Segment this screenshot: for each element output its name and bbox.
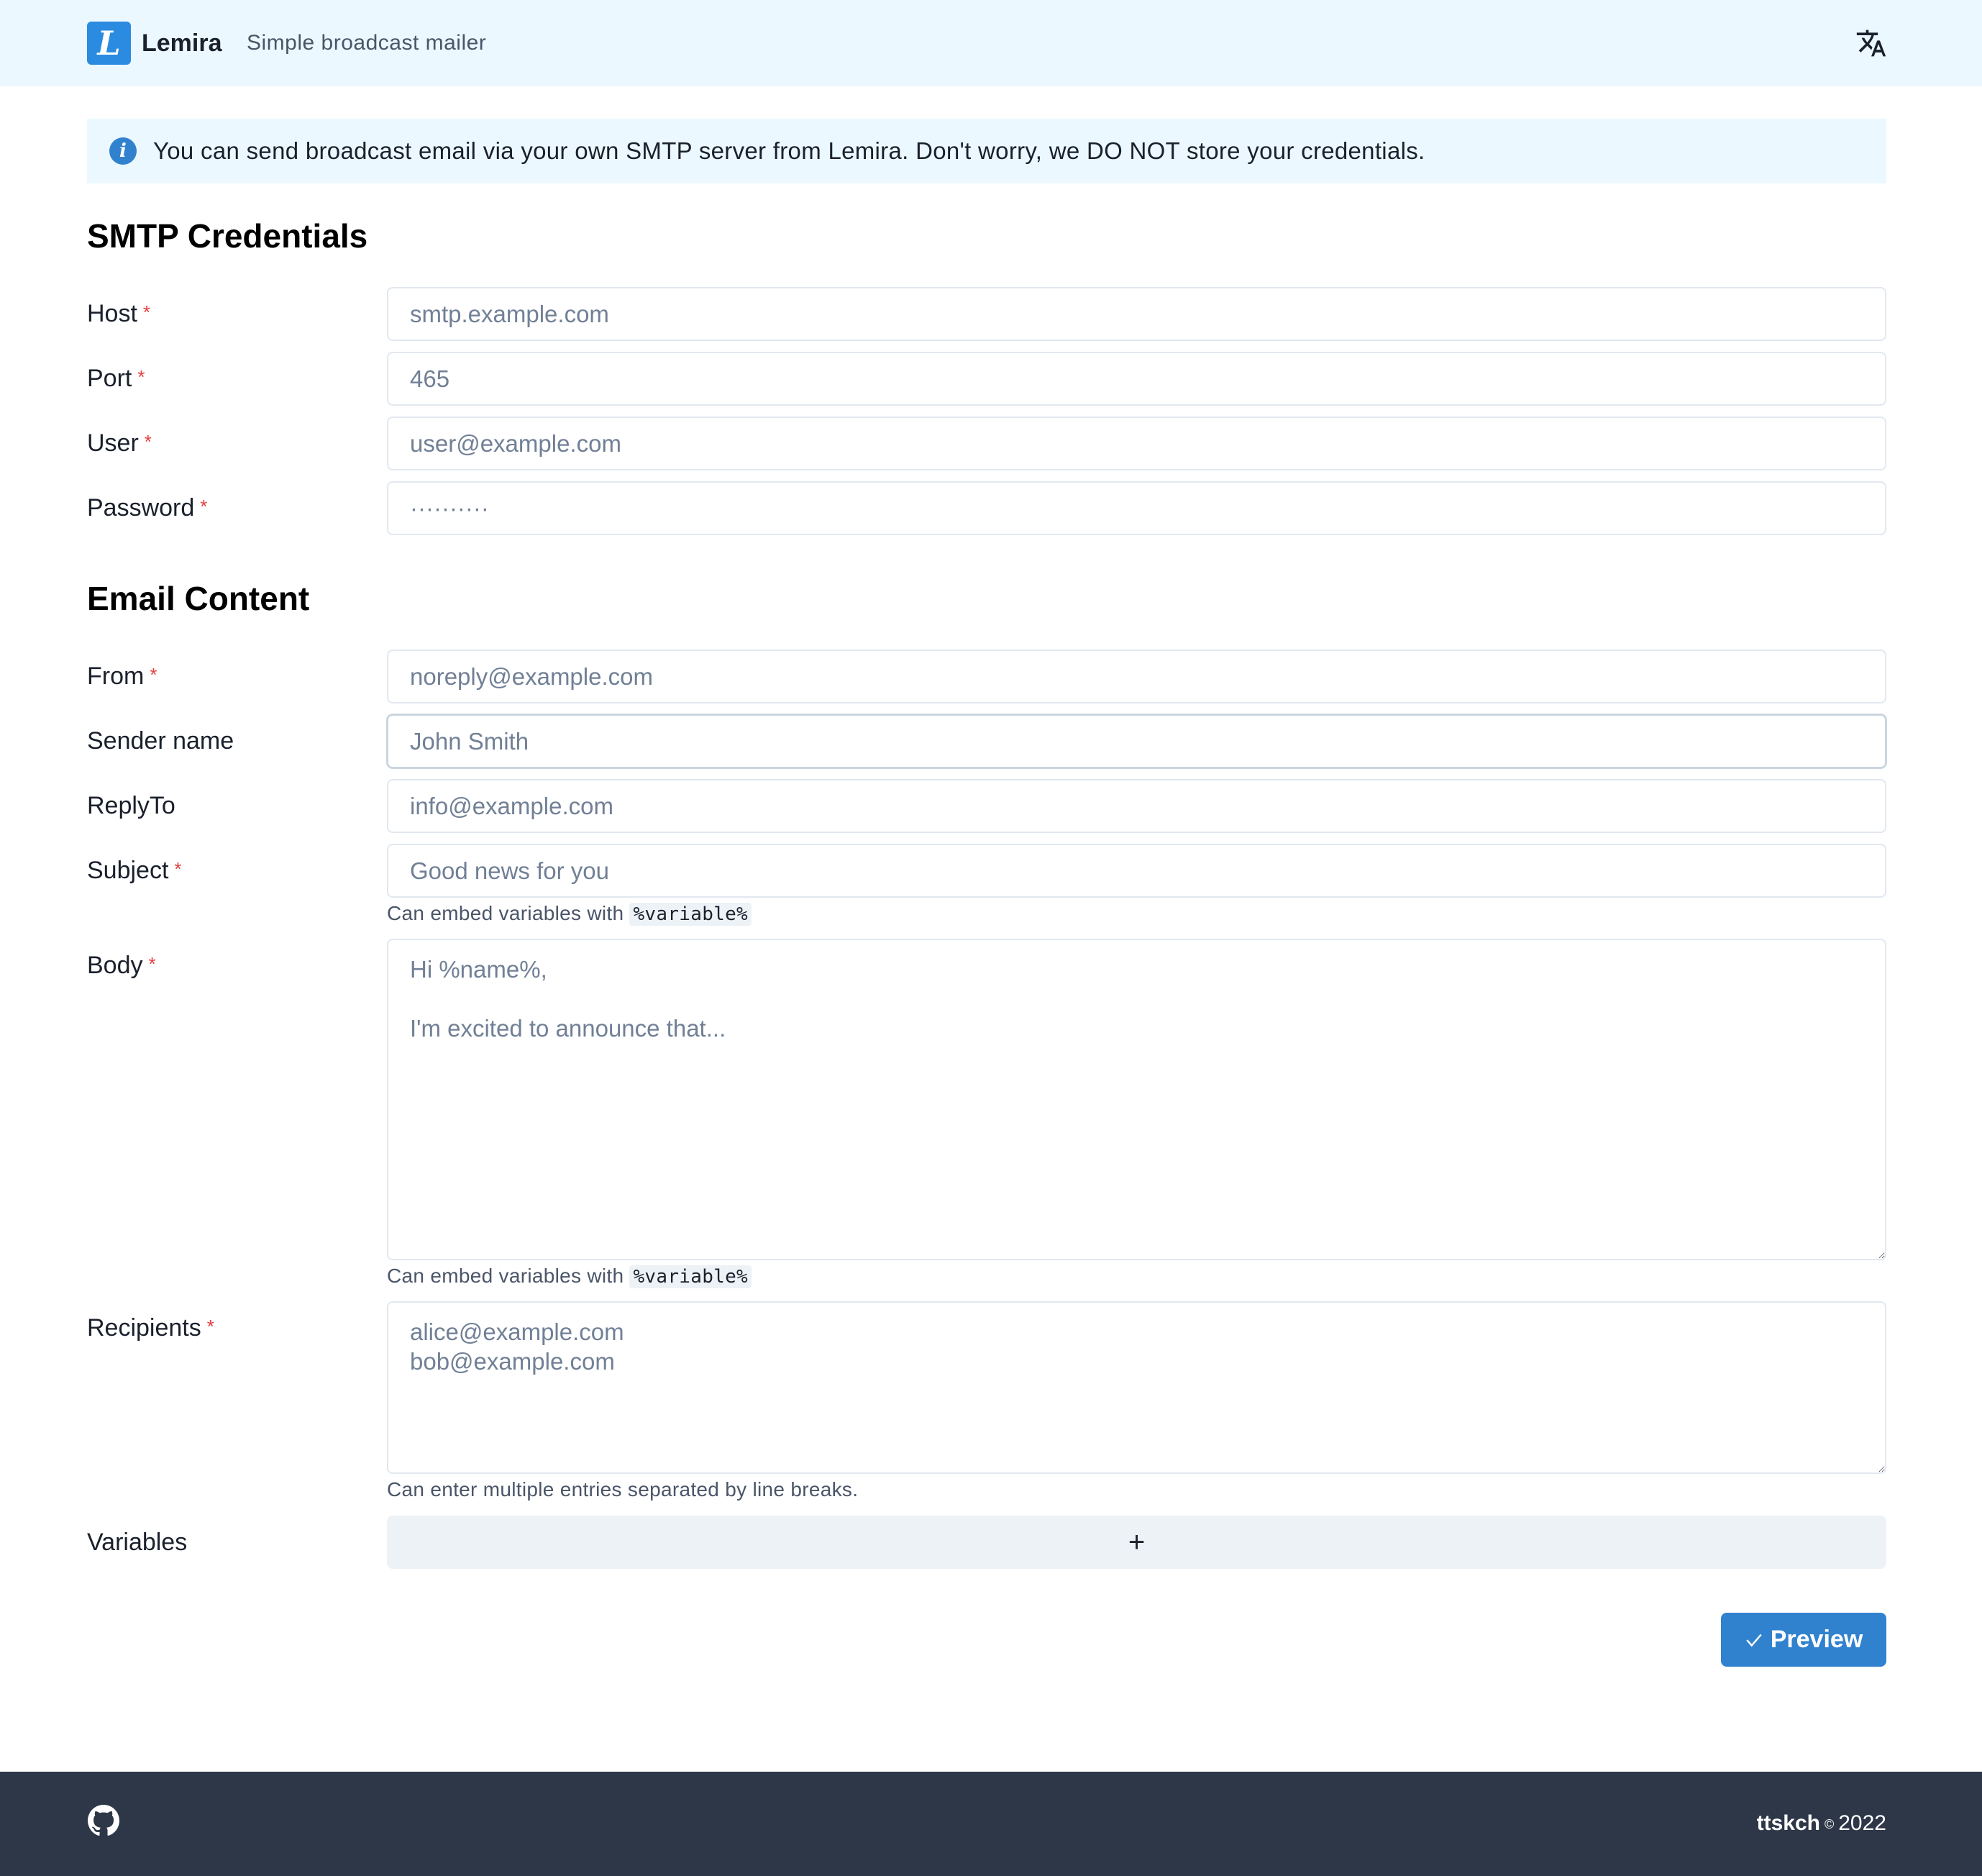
logo-icon[interactable]: L xyxy=(87,22,131,65)
required-marker: * xyxy=(200,496,208,517)
info-icon: i xyxy=(109,137,137,165)
user-label: User * xyxy=(87,429,152,457)
add-variable-button[interactable]: + xyxy=(387,1516,1886,1569)
translate-icon[interactable] xyxy=(1855,27,1887,59)
section-title-smtp: SMTP Credentials xyxy=(87,217,368,255)
copyright-symbol: © xyxy=(1824,1817,1835,1832)
logo-letter: L xyxy=(97,24,121,63)
info-banner-text: You can send broadcast email via your ow… xyxy=(153,137,1425,164)
required-marker: * xyxy=(174,858,182,880)
sender-name-input[interactable] xyxy=(387,714,1886,768)
preview-label: Preview xyxy=(1770,1626,1863,1653)
user-input[interactable] xyxy=(387,416,1886,470)
required-marker: * xyxy=(144,431,152,452)
required-marker: * xyxy=(150,664,157,686)
port-label: Port * xyxy=(87,365,145,392)
required-marker: * xyxy=(206,1316,214,1337)
copyright-year: 2022 xyxy=(1838,1811,1886,1835)
from-input[interactable] xyxy=(387,650,1886,704)
check-icon xyxy=(1746,1634,1762,1647)
password-label: Password * xyxy=(87,494,208,522)
github-icon[interactable] xyxy=(88,1805,119,1836)
variable-code: %variable% xyxy=(629,1265,752,1288)
password-input[interactable] xyxy=(387,481,1886,535)
body-textarea[interactable] xyxy=(387,939,1886,1260)
subject-label: Subject * xyxy=(87,857,182,884)
app-tagline: Simple broadcast mailer xyxy=(247,31,487,55)
body-helper: Can embed variables with %variable% xyxy=(387,1263,752,1290)
subject-input[interactable] xyxy=(387,844,1886,898)
required-marker: * xyxy=(142,301,151,323)
host-input[interactable] xyxy=(387,287,1886,341)
app-header: L Lemira Simple broadcast mailer xyxy=(0,0,1982,86)
recipients-helper: Can enter multiple entries separated by … xyxy=(387,1478,859,1501)
from-label: From * xyxy=(87,662,157,690)
recipients-label: Recipients * xyxy=(87,1314,214,1342)
variables-label: Variables xyxy=(87,1529,188,1556)
app-name[interactable]: Lemira xyxy=(142,27,222,59)
plus-icon: + xyxy=(1128,1526,1146,1558)
sender-name-label: Sender name xyxy=(87,727,234,755)
section-title-email: Email Content xyxy=(87,580,310,617)
subject-helper: Can embed variables with %variable% xyxy=(387,901,752,927)
footer-credit: ttskch © 2022 xyxy=(1757,1809,1886,1839)
required-marker: * xyxy=(137,366,145,388)
preview-button[interactable]: Preview xyxy=(1721,1613,1886,1667)
port-input[interactable] xyxy=(387,352,1886,406)
host-label: Host * xyxy=(87,300,151,327)
app-footer: ttskch © 2022 xyxy=(0,1772,1982,1876)
variable-code: %variable% xyxy=(629,903,752,926)
reply-to-label: ReplyTo xyxy=(87,792,175,819)
recipients-textarea[interactable] xyxy=(387,1301,1886,1474)
author-link[interactable]: ttskch xyxy=(1757,1811,1820,1835)
body-label: Body * xyxy=(87,952,156,979)
info-banner: i You can send broadcast email via your … xyxy=(87,119,1886,183)
reply-to-input[interactable] xyxy=(387,779,1886,833)
required-marker: * xyxy=(148,953,156,975)
